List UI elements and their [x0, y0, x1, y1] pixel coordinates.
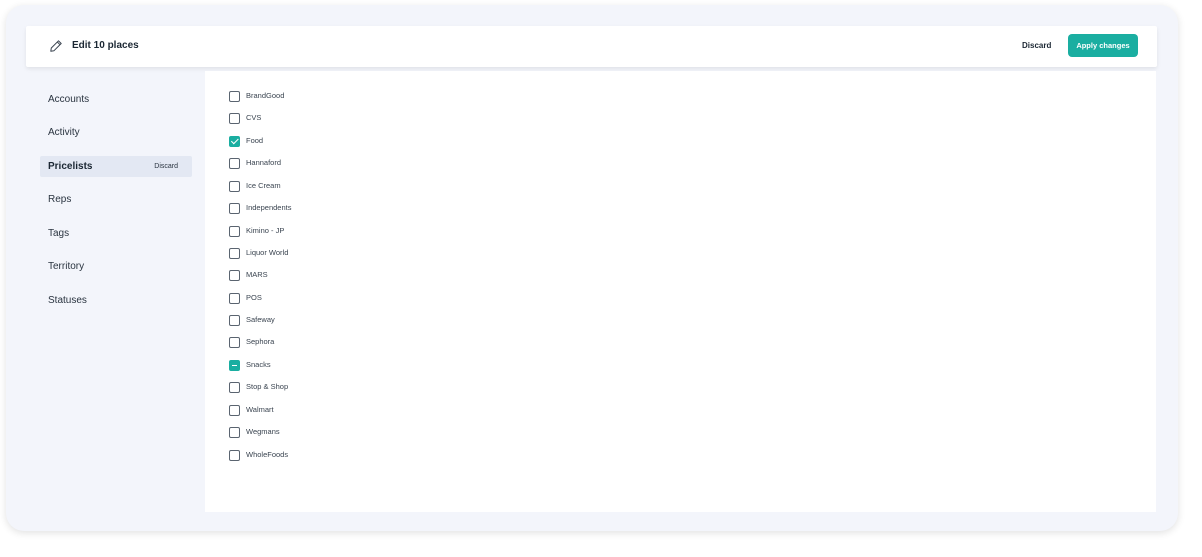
pricelist-option-ice-cream[interactable]: Ice Cream	[229, 179, 281, 193]
pricelist-option-safeway[interactable]: Safeway	[229, 313, 275, 327]
option-label: BrandGood	[246, 91, 285, 100]
checkbox[interactable]	[229, 381, 240, 393]
checkbox[interactable]	[229, 180, 240, 192]
pricelists-discard-button[interactable]: Discard	[154, 156, 178, 177]
edit-header: Edit 10 places Discard Apply changes	[26, 26, 1157, 67]
checkbox[interactable]	[229, 157, 240, 169]
pricelist-option-stop-and-shop[interactable]: Stop & Shop	[229, 380, 288, 394]
pricelist-option-brandgood[interactable]: BrandGood	[229, 89, 284, 103]
option-label: Food	[246, 136, 264, 145]
option-label: Hannaford	[246, 158, 282, 167]
discard-button[interactable]: Discard	[1022, 39, 1051, 53]
pricelist-option-mars[interactable]: MARS	[229, 268, 268, 282]
apply-changes-button[interactable]: Apply changes	[1068, 34, 1138, 57]
pricelist-option-food[interactable]: Food	[229, 134, 263, 148]
pencil-icon	[50, 40, 62, 52]
option-label: Safeway	[246, 315, 275, 324]
pricelist-option-independents[interactable]: Independents	[229, 201, 291, 215]
option-label: MARS	[246, 270, 268, 279]
pricelist-option-sephora[interactable]: Sephora	[229, 335, 274, 349]
pricelist-option-kimino-jp[interactable]: Kimino - JP	[229, 224, 284, 238]
checkbox[interactable]	[229, 404, 240, 416]
checkbox[interactable]	[229, 225, 240, 237]
pricelist-option-hannaford[interactable]: Hannaford	[229, 156, 281, 170]
option-label: Sephora	[246, 337, 275, 346]
checkbox[interactable]	[229, 202, 240, 214]
sidebar-item-label: Tags	[48, 228, 70, 239]
option-label: Wegmans	[246, 427, 280, 436]
checkbox[interactable]	[229, 336, 240, 348]
option-label: Kimino - JP	[246, 226, 285, 235]
option-label: Independents	[246, 203, 292, 212]
checkbox-indeterminate[interactable]	[229, 359, 240, 371]
sidebar-item-label: Statuses	[48, 295, 87, 306]
sidebar-item-label: Accounts	[48, 94, 90, 105]
checkbox[interactable]	[229, 247, 240, 259]
checkbox[interactable]	[229, 90, 240, 102]
pricelist-option-walmart[interactable]: Walmart	[229, 403, 274, 417]
checkbox[interactable]	[229, 314, 240, 326]
sidebar-item-pricelists[interactable]: Pricelists Discard	[40, 156, 192, 177]
option-label: WholeFoods	[246, 450, 289, 459]
sidebar-item-label: Activity	[48, 127, 80, 138]
sidebar: Accounts Activity Pricelists Discard Rep…	[6, 71, 204, 511]
app-frame: Edit 10 places Discard Apply changes Acc…	[6, 5, 1178, 531]
pricelist-option-wholefoods[interactable]: WholeFoods	[229, 448, 288, 462]
sidebar-item-label: Pricelists	[48, 161, 93, 172]
sidebar-item-territory[interactable]: Territory	[40, 256, 192, 277]
page-title: Edit 10 places	[72, 40, 139, 51]
checkbox[interactable]	[229, 292, 240, 304]
sidebar-item-statuses[interactable]: Statuses	[40, 290, 192, 311]
option-label: Ice Cream	[246, 181, 281, 190]
checkbox[interactable]	[229, 426, 240, 438]
option-label: Walmart	[246, 405, 274, 414]
option-label: Liquor World	[246, 248, 289, 257]
sidebar-item-tags[interactable]: Tags	[40, 223, 192, 244]
pricelist-option-pos[interactable]: POS	[229, 291, 262, 305]
option-label: Stop & Shop	[246, 382, 289, 391]
option-label: CVS	[246, 113, 262, 122]
sidebar-item-label: Reps	[48, 194, 72, 205]
checkbox-checked[interactable]	[229, 135, 240, 147]
sidebar-item-reps[interactable]: Reps	[40, 189, 192, 210]
checkbox[interactable]	[229, 449, 240, 461]
sidebar-item-accounts[interactable]: Accounts	[40, 89, 192, 110]
option-label: POS	[246, 293, 262, 302]
pricelist-option-liquor-world[interactable]: Liquor World	[229, 246, 288, 260]
pricelist-option-wegmans[interactable]: Wegmans	[229, 425, 280, 439]
sidebar-item-activity[interactable]: Activity	[40, 122, 192, 143]
pricelist-option-cvs[interactable]: CVS	[229, 111, 261, 125]
checkbox[interactable]	[229, 269, 240, 281]
checkbox[interactable]	[229, 112, 240, 124]
sidebar-item-label: Territory	[48, 261, 85, 272]
pricelist-option-snacks[interactable]: Snacks	[229, 358, 271, 372]
option-label: Snacks	[246, 360, 271, 369]
pricelist-panel: BrandGood CVS Food Hannaford Ice Cream I…	[205, 71, 1156, 512]
